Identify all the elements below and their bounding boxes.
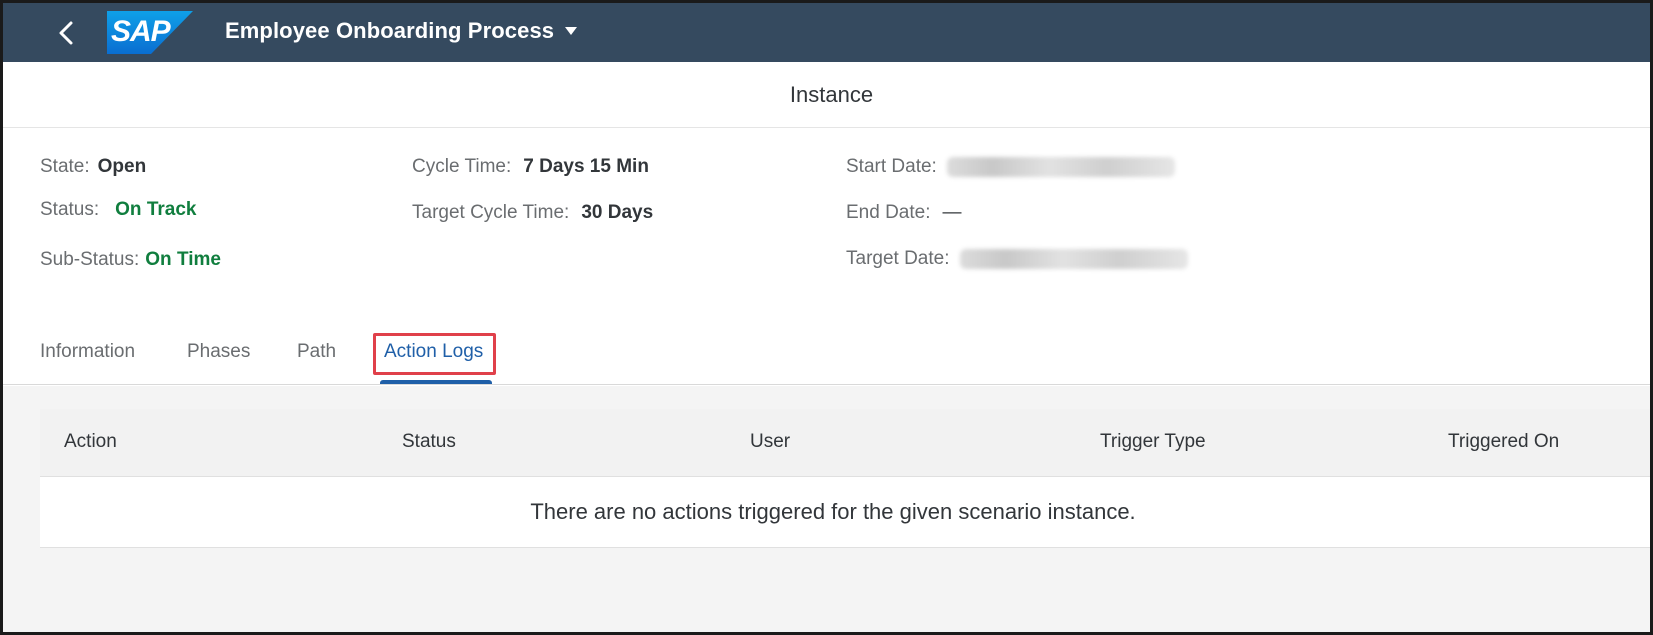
cycle-time-attribute: Cycle Time: 7 Days 15 Min: [412, 156, 649, 178]
state-attribute: State: Open: [40, 156, 146, 178]
end-date-value: —: [942, 202, 962, 223]
app-title-menu[interactable]: Employee Onboarding Process: [225, 18, 578, 44]
target-date-label: Target Date:: [846, 248, 950, 269]
start-date-attribute: Start Date:: [846, 156, 1175, 178]
column-header-action[interactable]: Action: [64, 431, 117, 453]
chevron-left-icon: [59, 21, 73, 45]
tab-bar: Information Phases Path Action Logs: [3, 323, 1650, 385]
page-title: Instance: [789, 81, 874, 107]
state-label: State:: [40, 156, 90, 177]
target-cycle-time-attribute: Target Cycle Time: 30 Days: [412, 202, 653, 224]
target-cycle-time-label: Target Cycle Time:: [412, 202, 570, 223]
sap-logo[interactable]: SAP: [107, 11, 193, 54]
tab-phases[interactable]: Phases: [187, 341, 250, 363]
end-date-label: End Date:: [846, 202, 931, 223]
status-label: Status:: [40, 199, 100, 220]
status-value: On Track: [115, 199, 197, 220]
shell-bar: SAP Employee Onboarding Process: [3, 3, 1650, 62]
tab-path[interactable]: Path: [297, 341, 336, 363]
column-header-trigger-type[interactable]: Trigger Type: [1100, 431, 1206, 453]
tab-selected-indicator: [380, 380, 492, 384]
start-date-redacted: [946, 157, 1175, 177]
page-title-bar: Instance: [3, 62, 1650, 128]
column-header-triggered-on[interactable]: Triggered On: [1448, 431, 1559, 453]
empty-message: There are no actions triggered for the g…: [530, 499, 1136, 524]
table-empty-row: There are no actions triggered for the g…: [40, 477, 1650, 548]
app-title: Employee Onboarding Process: [225, 18, 555, 43]
back-button[interactable]: [53, 17, 81, 49]
status-attribute: Status: On Track: [40, 199, 196, 221]
target-date-attribute: Target Date:: [846, 248, 1188, 270]
substatus-value: On Time: [145, 249, 221, 270]
app-window: SAP Employee Onboarding Process Instance…: [0, 0, 1653, 635]
target-cycle-time-value: 30 Days: [581, 202, 654, 223]
column-header-user[interactable]: User: [750, 431, 790, 453]
column-header-status[interactable]: Status: [402, 431, 456, 453]
cycle-time-label: Cycle Time:: [412, 156, 512, 177]
tab-information[interactable]: Information: [40, 341, 135, 363]
target-date-redacted: [959, 249, 1188, 269]
substatus-label: Sub-Status:: [40, 249, 140, 270]
table-header: Action Status User Trigger Type Triggere…: [40, 409, 1650, 477]
tab-action-logs[interactable]: Action Logs: [384, 341, 483, 363]
action-logs-table: Action Status User Trigger Type Triggere…: [40, 409, 1650, 548]
cycle-time-value: 7 Days 15 Min: [523, 156, 649, 177]
sap-logo-text: SAP: [111, 15, 171, 48]
substatus-attribute: Sub-Status: On Time: [40, 249, 221, 271]
caret-down-icon: [565, 27, 578, 35]
action-logs-panel: Action Status User Trigger Type Triggere…: [3, 386, 1650, 632]
start-date-label: Start Date:: [846, 156, 937, 177]
state-value: Open: [97, 156, 147, 177]
end-date-attribute: End Date: —: [846, 202, 962, 224]
